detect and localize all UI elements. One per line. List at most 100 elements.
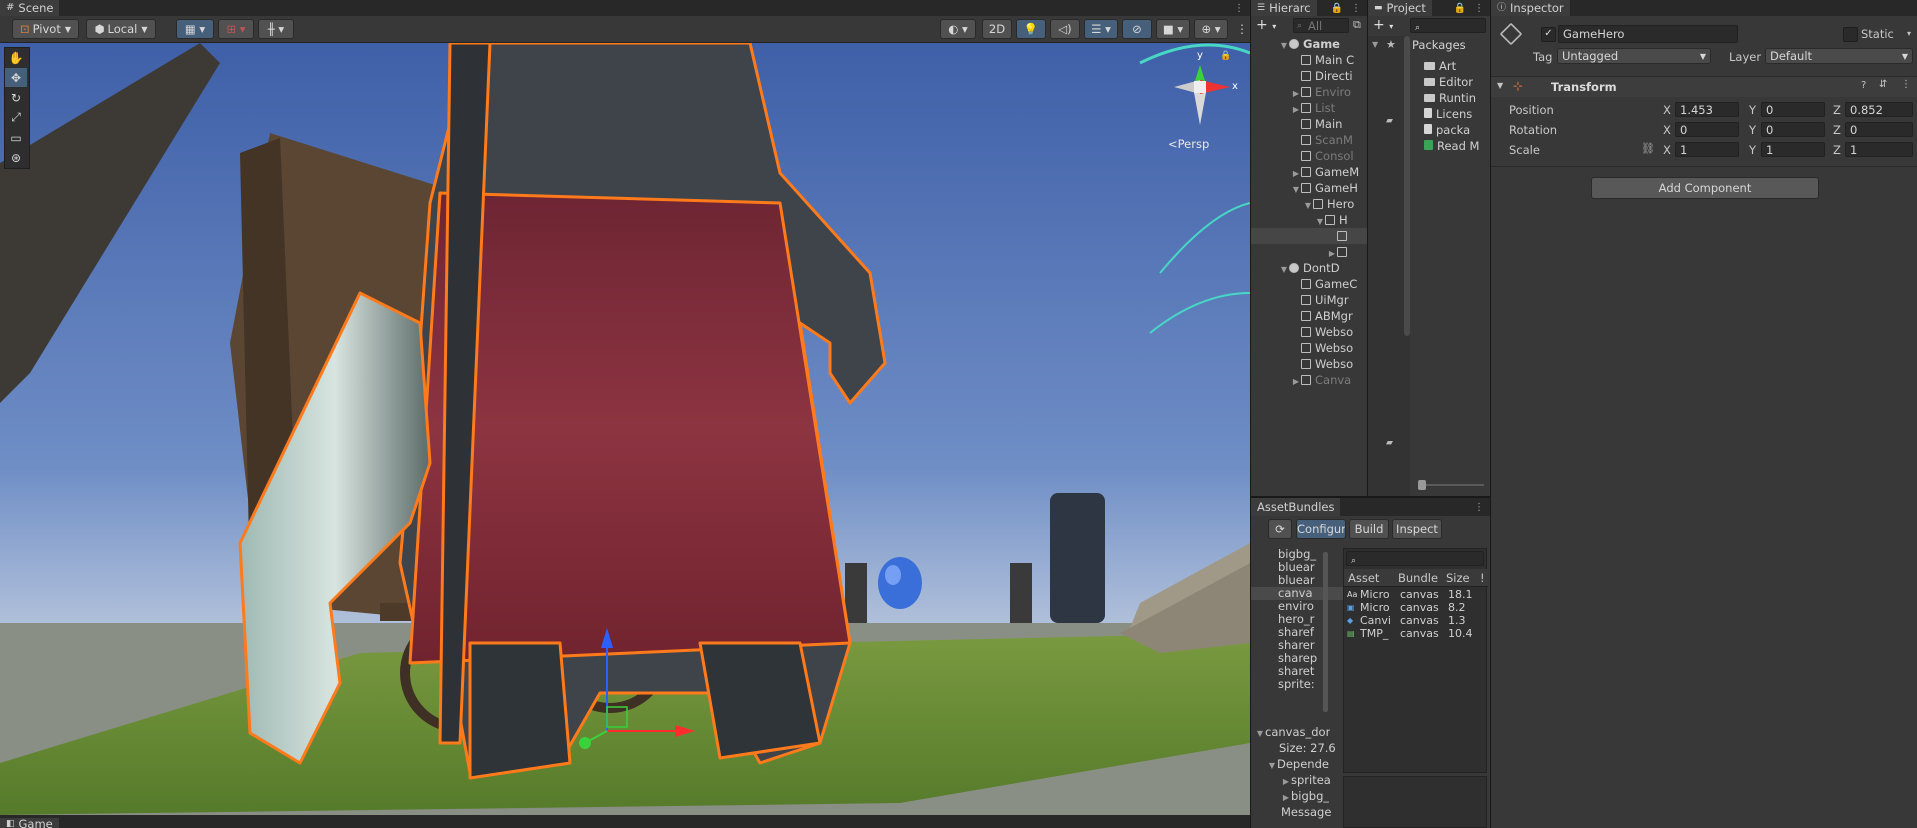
mode-2d-button[interactable]: 2D — [982, 19, 1012, 39]
hierarchy-scrollbar[interactable] — [1251, 36, 1252, 37]
rotation-x-field[interactable]: 0 — [1675, 122, 1739, 137]
hierarchy-item[interactable]: UiMgr — [1291, 292, 1349, 308]
transform-tool[interactable]: ⊛ — [5, 148, 27, 168]
hierarchy-item[interactable]: ▼ Hero — [1303, 196, 1354, 212]
scale-z-field[interactable]: 1 — [1845, 142, 1913, 157]
rotation-y-field[interactable]: 0 — [1761, 122, 1825, 137]
project-item[interactable]: packa — [1424, 122, 1470, 138]
project-search-input[interactable]: ⌕ — [1410, 18, 1486, 33]
z-label[interactable]: Z — [1833, 123, 1841, 137]
asset-table-row[interactable]: ◆ Canvi canvas 1.3 — [1344, 614, 1488, 627]
presets-icon[interactable]: ⇵ — [1879, 79, 1887, 90]
add-component-button[interactable]: Add Component — [1591, 177, 1819, 199]
more-icon[interactable]: ⋮ — [1236, 22, 1248, 36]
column-size[interactable]: Size — [1446, 571, 1470, 585]
expand-arrow-icon[interactable]: ▼ — [1315, 214, 1325, 228]
dependencies-foldout[interactable]: ▼ Depende — [1267, 756, 1329, 772]
hierarchy-item[interactable]: ▶ List — [1291, 100, 1335, 116]
expand-arrow-icon[interactable]: ▶ — [1327, 246, 1337, 260]
audio-toggle[interactable]: ◁) — [1050, 19, 1080, 39]
hierarchy-item[interactable]: Webso — [1291, 324, 1353, 340]
effects-dropdown[interactable]: ☰ ▾ — [1084, 19, 1118, 39]
more-icon[interactable]: ⋮ — [1234, 3, 1244, 14]
pivot-dropdown[interactable]: ⊡ Pivot ▼ — [12, 19, 79, 39]
configure-tab-button[interactable]: Configure — [1296, 519, 1346, 539]
rotation-z-field[interactable]: 0 — [1845, 122, 1913, 137]
hierarchy-item[interactable]: ScanM — [1291, 132, 1353, 148]
inspect-tab-button[interactable]: Inspect — [1392, 519, 1442, 539]
hierarchy-item[interactable]: ▼ Game — [1279, 36, 1340, 52]
persp-label[interactable]: <Persp — [1168, 137, 1209, 151]
hand-tool[interactable]: ✋ — [5, 48, 27, 68]
y-label[interactable]: Y — [1749, 123, 1756, 137]
z-label[interactable]: Z — [1833, 143, 1841, 157]
expand-arrow-icon[interactable]: ▶ — [1291, 166, 1301, 180]
x-label[interactable]: X — [1663, 143, 1671, 157]
hierarchy-item[interactable]: ▼ H — [1315, 212, 1348, 228]
expand-arrow-icon[interactable]: ▼ — [1279, 262, 1289, 276]
bundle-list-item[interactable]: bluear — [1251, 561, 1350, 574]
hierarchy-item[interactable]: ▶ Canva — [1291, 372, 1351, 388]
project-item[interactable]: Runtin — [1424, 90, 1476, 106]
project-breadcrumb[interactable]: Packages — [1412, 38, 1466, 52]
bundle-list-item[interactable]: canva — [1251, 587, 1350, 600]
tree-scrollbar[interactable] — [1404, 36, 1410, 336]
scale-tool[interactable]: ⤢ — [5, 108, 27, 128]
move-tool[interactable]: ✥ — [5, 68, 27, 88]
lock-icon[interactable]: 🔒 — [1331, 3, 1343, 14]
position-z-field[interactable]: 0.852 — [1845, 102, 1913, 117]
asset-search-input[interactable]: ⌕ — [1346, 551, 1484, 566]
scene-viewport[interactable]: ✋ ✥ ↻ ⤢ ▭ ⊛ y x 🔒 <Persp — [0, 43, 1250, 815]
hierarchy-item[interactable]: Consol — [1291, 148, 1354, 164]
project-item[interactable]: Art — [1424, 58, 1456, 74]
lock-icon[interactable]: 🔒 — [1220, 51, 1231, 61]
build-tab-button[interactable]: Build — [1349, 519, 1389, 539]
more-icon[interactable]: ⋮ — [1474, 502, 1484, 513]
refresh-button[interactable]: ⟳ — [1268, 519, 1292, 539]
rotate-tool[interactable]: ↻ — [5, 88, 27, 108]
camera-dropdown[interactable]: ■ ▾ — [1156, 19, 1190, 39]
bundle-list-item[interactable]: bigbg_ — [1251, 548, 1350, 561]
bundle-list-item[interactable]: sharef — [1251, 626, 1350, 639]
hierarchy-item[interactable]: Main C — [1291, 52, 1354, 68]
expand-arrow-icon[interactable]: ▶ — [1291, 86, 1301, 100]
project-item[interactable]: Licens — [1424, 106, 1472, 122]
x-label[interactable]: X — [1663, 123, 1671, 137]
more-icon[interactable]: ⋮ — [1474, 3, 1484, 14]
dependency-item[interactable]: ▶ bigbg_ — [1281, 788, 1329, 804]
orientation-gizmo[interactable]: y x 🔒 — [1160, 47, 1240, 137]
hierarchy-item[interactable]: GameC — [1291, 276, 1357, 292]
position-x-field[interactable]: 1.453 — [1675, 102, 1739, 117]
tab-hierarchy[interactable]: ☰ Hierarc — [1251, 0, 1317, 16]
scale-y-field[interactable]: 1 — [1761, 142, 1825, 157]
rect-tool[interactable]: ▭ — [5, 128, 27, 148]
bundle-detail-name[interactable]: ▼ canvas_dor — [1255, 724, 1330, 740]
column-asset[interactable]: Asset — [1348, 571, 1379, 585]
tab-assetbundles[interactable]: AssetBundles — [1251, 498, 1341, 516]
chevron-down-icon[interactable]: ▾ — [1907, 29, 1911, 38]
hierarchy-item[interactable]: ABMgr — [1291, 308, 1353, 324]
bundle-list-item[interactable]: hero_r — [1251, 613, 1350, 626]
hierarchy-item[interactable]: ▶ — [1327, 244, 1351, 260]
more-icon[interactable]: ⋮ — [1901, 79, 1911, 90]
hierarchy-item[interactable]: Webso — [1291, 356, 1353, 372]
bundle-list-item[interactable]: enviro — [1251, 600, 1350, 613]
tab-scene[interactable]: # Scene — [0, 0, 60, 16]
hierarchy-item[interactable]: Main — [1291, 116, 1342, 132]
project-item[interactable]: Read M — [1424, 138, 1479, 154]
expand-arrow-icon[interactable]: ▶ — [1291, 374, 1301, 388]
active-checkbox[interactable]: ✓ — [1541, 27, 1556, 42]
hierarchy-item[interactable]: ▼ GameH — [1291, 180, 1358, 196]
grid-toggle-button[interactable]: ▦ ▾ — [176, 19, 214, 39]
hierarchy-item[interactable]: Webso — [1291, 340, 1353, 356]
hierarchy-item[interactable]: ▶ GameM — [1291, 164, 1359, 180]
transform-header[interactable]: ▼ ⊹ Transform ? ⇵ ⋮ — [1491, 76, 1917, 97]
hierarchy-item[interactable] — [1251, 228, 1367, 244]
tag-dropdown[interactable]: Untagged ▼ — [1557, 48, 1711, 64]
project-item[interactable]: Editor — [1424, 74, 1473, 90]
link-icon[interactable]: ⛓ — [1641, 142, 1655, 155]
static-checkbox[interactable] — [1843, 27, 1858, 42]
column-bundle[interactable]: Bundle — [1398, 571, 1438, 585]
star-icon[interactable]: ★ — [1386, 38, 1396, 51]
y-label[interactable]: Y — [1749, 143, 1756, 157]
